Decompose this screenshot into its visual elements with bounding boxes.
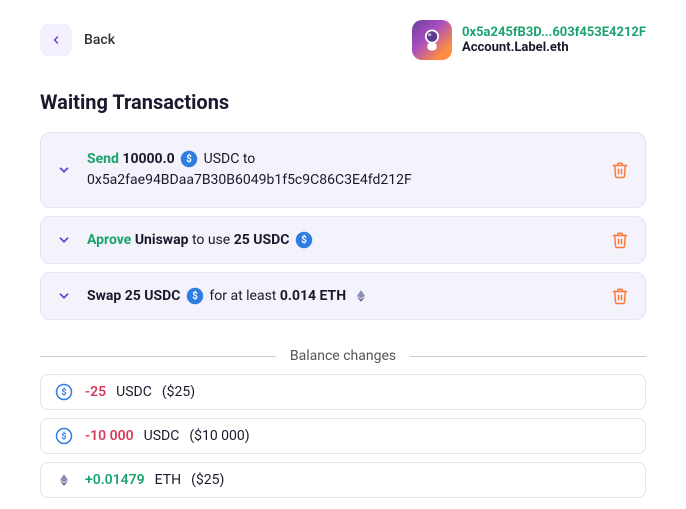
balance-token: USDC [144,428,180,444]
balance-list: $ -25 USDC ($25) $ -10 000 USDC ($10 000… [40,374,646,498]
balance-heading-text: Balance changes [290,348,396,364]
account-chip[interactable]: 0x5a245fB3D...603f453E4212F Account.Labe… [412,20,646,60]
top-bar: Back 0x5a245fB3D...603f453E4212F Account… [40,20,646,60]
usdc-icon: $ [55,427,73,445]
svg-text:$: $ [301,235,307,246]
trash-icon [611,161,629,179]
balance-heading: Balance changes [40,348,646,364]
svg-text:$: $ [186,154,192,165]
delete-button[interactable] [609,229,631,251]
tx-token: USDC [204,151,240,167]
balance-amount: -25 [85,384,106,400]
tx-amount-in: 25 USDC [125,288,181,304]
balance-fiat: ($25) [162,384,195,400]
page-title: Waiting Transactions [40,90,646,114]
tx-card[interactable]: Send 10000.0 $ USDC to 0x5a2fae94BDaa7B3… [40,132,646,208]
eth-icon [55,471,73,489]
tx-mid: to use [192,232,230,248]
astronaut-icon [418,26,446,54]
avatar [412,20,452,60]
back-group[interactable]: Back [40,24,115,56]
eth-icon [352,287,370,305]
tx-amount: 25 USDC [234,232,290,248]
chevron-down-icon[interactable] [55,231,73,249]
tx-body: Send 10000.0 $ USDC to 0x5a2fae94BDaa7B3… [87,149,595,191]
svg-text:$: $ [61,387,66,398]
tx-amount: 10000.0 [122,151,174,167]
balance-fiat: ($10 000) [189,428,249,444]
account-address: 0x5a245fB3D...603f453E4212F [462,25,646,40]
tx-mid: for at least [209,288,276,304]
chevron-down-icon[interactable] [55,161,73,179]
tx-card[interactable]: Swap 25 USDC $ for at least 0.014 ETH [40,272,646,320]
usdc-icon: $ [55,383,73,401]
balance-row: +0.01479 ETH ($25) [40,462,646,498]
chevron-left-icon [50,34,62,46]
balance-token: ETH [155,472,181,488]
balance-changes: Balance changes $ -25 USDC ($25) $ -10 0… [40,348,646,498]
back-button[interactable] [40,24,72,56]
tx-card[interactable]: Aprove Uniswap to use 25 USDC $ [40,216,646,264]
transactions-list: Send 10000.0 $ USDC to 0x5a2fae94BDaa7B3… [40,132,646,320]
trash-icon [611,287,629,305]
tx-counterparty: Uniswap [135,232,189,248]
usdc-icon: $ [180,150,198,168]
svg-text:$: $ [61,431,66,442]
back-label: Back [84,32,115,48]
account-texts: 0x5a245fB3D...603f453E4212F Account.Labe… [462,25,646,55]
balance-token: USDC [116,384,152,400]
account-label: Account.Label.eth [462,40,646,55]
balance-fiat: ($25) [191,472,224,488]
tx-recipient: 0x5a2fae94BDaa7B30B6049b1f5c9C86C3E4fd21… [87,172,412,188]
tx-action: Send [87,151,119,167]
trash-icon [611,231,629,249]
usdc-icon: $ [186,287,204,305]
svg-text:$: $ [192,291,198,302]
balance-row: $ -10 000 USDC ($10 000) [40,418,646,454]
usdc-icon: $ [295,231,313,249]
balance-row: $ -25 USDC ($25) [40,374,646,410]
tx-action: Aprove [87,232,131,248]
tx-action: Swap [87,288,121,304]
balance-amount: -10 000 [85,428,134,444]
tx-body: Swap 25 USDC $ for at least 0.014 ETH [87,286,595,307]
tx-body: Aprove Uniswap to use 25 USDC $ [87,230,595,251]
delete-button[interactable] [609,285,631,307]
tx-amount-out: 0.014 ETH [280,288,346,304]
balance-amount: +0.01479 [85,472,145,488]
chevron-down-icon[interactable] [55,287,73,305]
delete-button[interactable] [609,159,631,181]
tx-suffix: to [243,151,255,167]
